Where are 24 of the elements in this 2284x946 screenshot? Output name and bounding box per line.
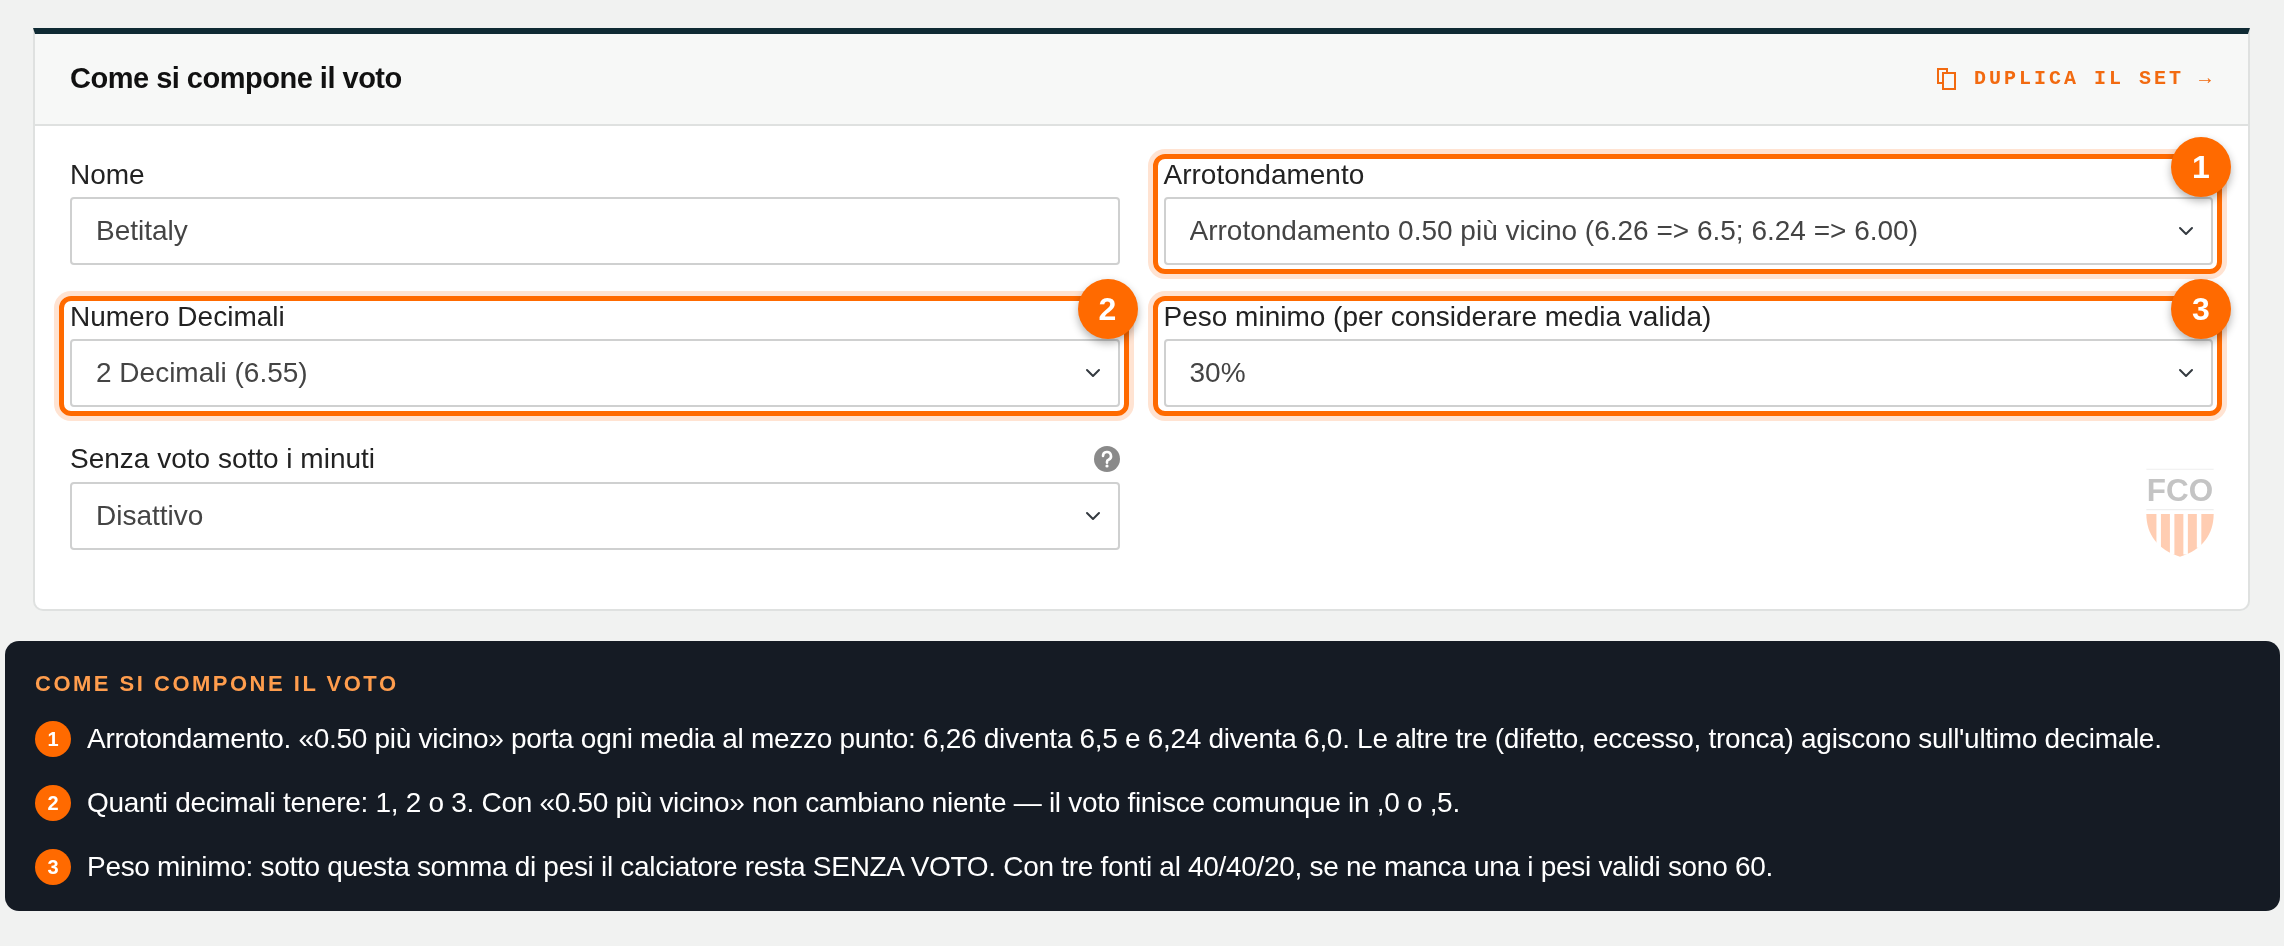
dropdown[interactable]: Disattivo bbox=[70, 481, 1120, 550]
number-badge: 1 bbox=[35, 720, 71, 757]
number-badge: 3 bbox=[35, 848, 71, 885]
number-badge: 2 bbox=[1077, 279, 1138, 340]
notes-title: COME SI COMPONE IL VOTO bbox=[35, 669, 400, 698]
copy-icon bbox=[1935, 67, 1958, 91]
text-field[interactable]: Betitaly bbox=[70, 197, 1120, 266]
card-title: Come si compone il voto bbox=[70, 61, 402, 97]
dropdown[interactable]: 30% bbox=[1163, 339, 2213, 408]
note-text: Peso minimo: sotto questa somma di pesi il calciatore resta SENZA VOTO. Con tre fonti al 40/40/20, se ne manca una i pesi validi sono 60. bbox=[87, 849, 1773, 884]
field-label: Nome bbox=[70, 159, 145, 192]
field-label: Senza voto sotto i minuti bbox=[70, 443, 376, 476]
dropdown[interactable]: Arrotondamento 0.50 più vicino (6.26 => 6.5; 6.24 => 6.00) bbox=[1163, 197, 2213, 266]
number-badge: 1 bbox=[2171, 137, 2231, 197]
number-badge: 2 bbox=[35, 784, 71, 821]
dropdown[interactable]: 2 Decimali (6.55) bbox=[70, 339, 1120, 408]
field-label: Arrotondamento bbox=[1163, 159, 1365, 192]
crest-logo: FCO bbox=[2144, 466, 2216, 559]
note-text: Quanti decimali tenere: 1, 2 o 3. Con «0.50 più vicino» non cambiano niente — il voto finisce comunque in ,0 o ,5. bbox=[87, 785, 1460, 820]
help-icon[interactable] bbox=[1093, 446, 1120, 473]
field-label: Numero Decimali bbox=[70, 301, 285, 334]
field-label: Peso minimo (per considerare media valida) bbox=[1163, 301, 1712, 334]
number-badge: 3 bbox=[2171, 279, 2231, 340]
note-text: Arrotondamento. «0.50 più vicino» porta ogni media al mezzo punto: 6,26 diventa 6,5 e 6,24 diventa 6,0. Le altre tre (difetto, eccesso, tronca) agiscono sull'ultimo decimale. bbox=[87, 721, 2162, 756]
